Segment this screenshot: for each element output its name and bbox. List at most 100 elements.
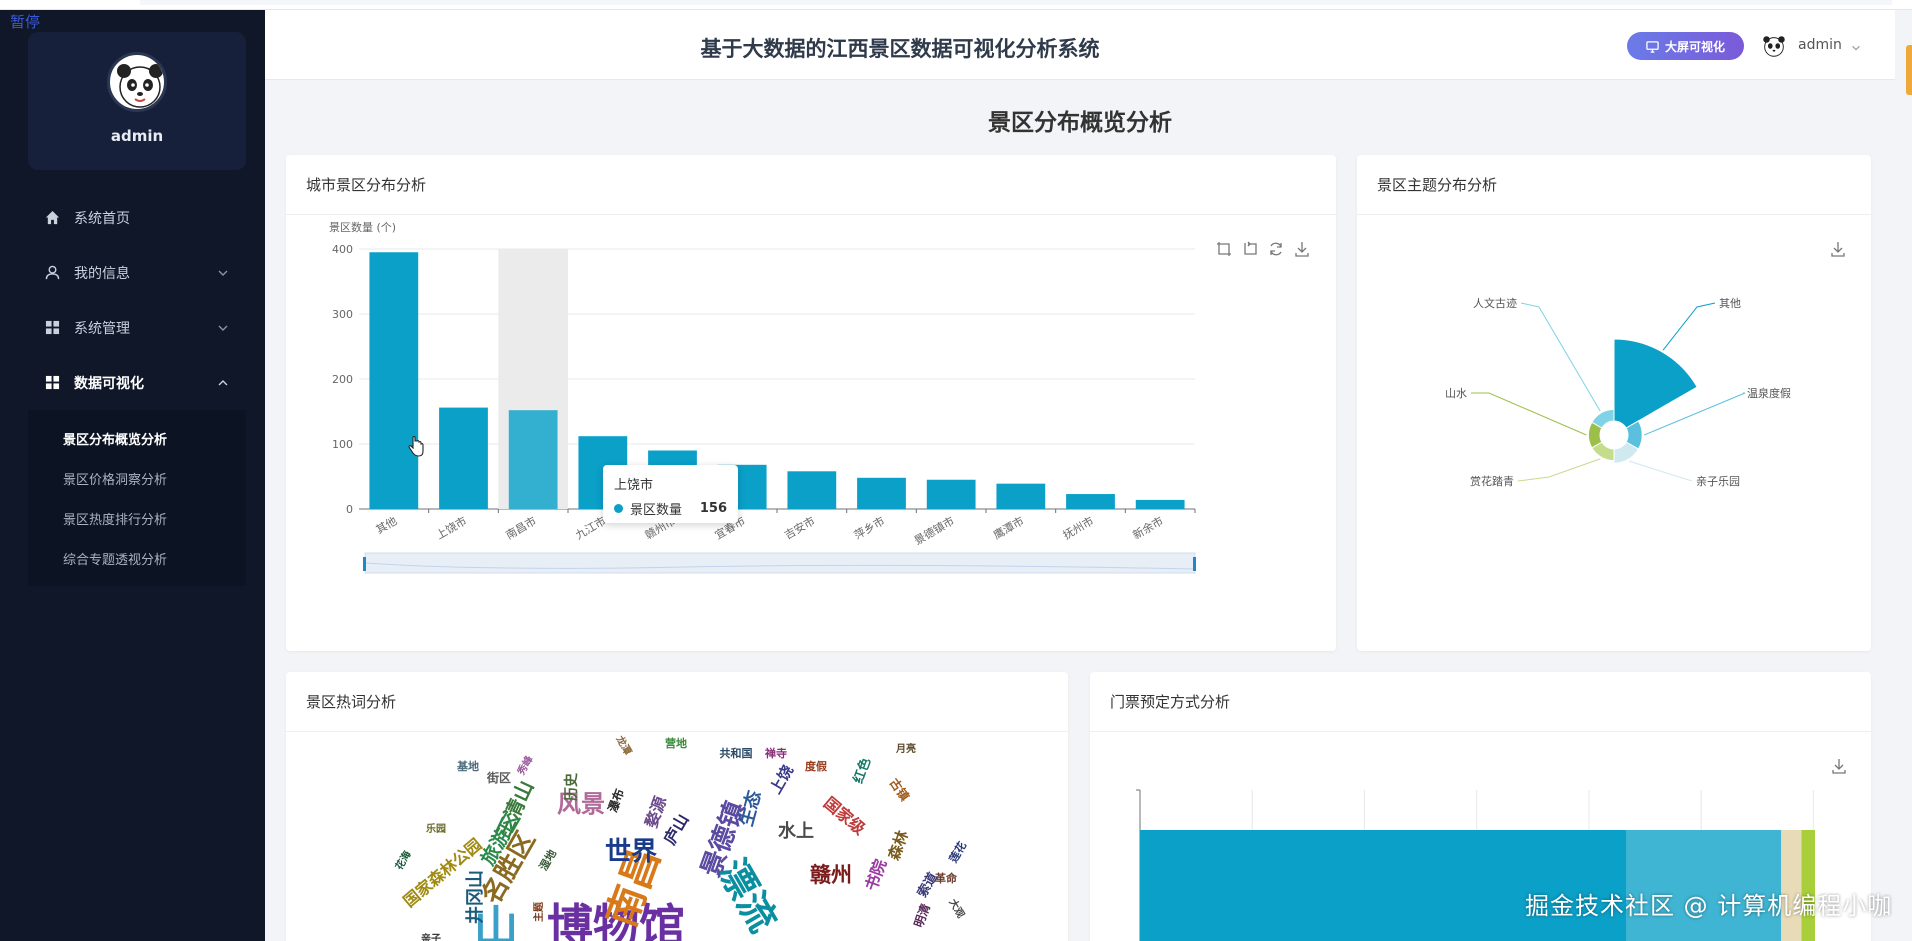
submenu-price-insight[interactable]: 景区价格洞察分析	[28, 458, 246, 498]
bar-0	[369, 252, 419, 509]
cloud-word: 水上	[778, 820, 814, 842]
chevron-up-icon	[218, 380, 228, 386]
card-title-theme: 景区主题分布分析	[1357, 155, 1871, 215]
rose-slice-0	[1613, 338, 1698, 429]
sidebar-menu: 系统首页 我的信息 系统管理 数据可视化 景区分布概览分析 景区价格洞察分析 景…	[0, 190, 265, 586]
tooltip-value: 156	[699, 501, 727, 516]
slice-label: 其他	[1719, 297, 1741, 310]
sidebar: admin 系统首页 我的信息 系统管理 数据可视化 景区分布概览分析 景区价格…	[0, 10, 265, 941]
browser-top-strip	[0, 0, 1912, 10]
home-icon	[44, 210, 60, 226]
datazoom-handle-right	[1193, 557, 1196, 571]
cloud-word: 乐园	[426, 822, 446, 835]
page-title: 景区分布概览分析	[988, 110, 1172, 136]
x-tick-label: 新余市	[1130, 513, 1166, 542]
tooltip-series-dot	[614, 504, 623, 513]
cloud-word: 历史	[564, 772, 580, 801]
y-tick-label: 100	[332, 438, 353, 451]
cloud-word: 革命	[935, 871, 958, 885]
bar-10	[1066, 494, 1115, 509]
city-distribution-card: 城市景区分布分析 景区数量 (个) 0 100 200 300 400 其他 上饶市 南昌市 九江…	[286, 155, 1336, 651]
bar-2	[508, 410, 558, 509]
label-line	[1471, 392, 1587, 436]
city-bar-chart[interactable]: 景区数量 (个)0100200300400其他 上饶市 南昌市 九江市 赣州市 宜春市 吉安…	[286, 215, 1336, 651]
submenu-topic-perspective[interactable]: 综合专题透视分析	[28, 538, 246, 578]
watermark-text: 掘金技术社区 @ 计算机编程小咖	[1525, 892, 1893, 920]
header: 基于大数据的江西景区数据可视化分析系统 大屏可视化 admin	[265, 10, 1895, 80]
menu-item-system-manage[interactable]: 系统管理	[0, 300, 265, 355]
y-tick-label: 200	[332, 373, 353, 386]
cloud-word: 度假	[805, 759, 828, 773]
big-screen-button[interactable]: 大屏可视化	[1627, 32, 1744, 60]
cursor-hand-icon	[408, 436, 424, 457]
chevron-down-icon[interactable]	[1851, 43, 1861, 53]
cloud-word: 街区	[486, 770, 511, 785]
cloud-word: 古镇	[887, 775, 913, 803]
bar-8	[926, 479, 976, 509]
menu-item-my-info[interactable]: 我的信息	[0, 245, 265, 300]
cloud-word: 亲子	[421, 932, 441, 941]
header-username[interactable]: admin	[1798, 37, 1842, 53]
cloud-word: 赣州	[810, 863, 852, 887]
menu-label-home: 系统首页	[74, 210, 130, 227]
card-title-hotword: 景区热词分析	[286, 672, 1068, 732]
system-title: 基于大数据的江西景区数据可视化分析系统	[700, 37, 1100, 61]
slice-label: 赏花踏青	[1470, 474, 1514, 488]
cloud-word: 庐山	[660, 811, 692, 848]
grid-icon	[44, 320, 60, 336]
bar-9	[996, 483, 1046, 509]
cloud-word: 龙潭	[613, 732, 635, 757]
cloud-word: 湿地	[536, 847, 559, 873]
cloud-word: 禅寺	[764, 746, 787, 760]
grid-icon	[44, 375, 60, 391]
x-tick-label: 鹰潭市	[991, 513, 1027, 542]
y-tick-label: 400	[332, 243, 353, 256]
y-tick-label: 300	[332, 308, 353, 321]
label-line	[1662, 302, 1716, 351]
submenu-heat-ranking[interactable]: 景区热度排行分析	[28, 498, 246, 538]
datazoom-track	[364, 552, 1196, 574]
cloud-word: 书院	[861, 857, 890, 894]
slice-label: 温泉度假	[1747, 386, 1791, 400]
menu-label-system-manage: 系统管理	[74, 320, 130, 337]
menu-item-data-visualization[interactable]: 数据可视化	[0, 355, 265, 410]
chart-tooltip: 上饶市 景区数量 156	[603, 465, 738, 523]
tooltip-city: 上饶市	[614, 478, 654, 493]
cloud-word: 秀峰	[514, 752, 536, 778]
cloud-word: 森林	[885, 827, 913, 862]
label-line	[1520, 302, 1601, 412]
bar-11	[1135, 499, 1185, 509]
cloud-word: 营地	[665, 736, 687, 750]
x-tick-label: 上饶市	[433, 513, 469, 542]
top-strip-bar	[140, 0, 1892, 5]
cloud-word: 婺源	[641, 794, 670, 832]
bar-7	[857, 477, 906, 509]
card-title-ticket: 门票预定方式分析	[1090, 672, 1871, 732]
x-tick-label: 萍乡市	[851, 513, 887, 542]
pause-overlay-label[interactable]: 暂停	[10, 11, 40, 32]
chevron-down-icon	[218, 325, 228, 331]
cloud-word: 大观	[946, 896, 967, 920]
menu-item-home[interactable]: 系统首页	[0, 190, 265, 245]
cloud-word: 上饶	[766, 762, 797, 797]
scroll-indicator[interactable]	[1906, 45, 1912, 95]
cloud-word: 生态	[735, 788, 766, 828]
cloud-word: 瀑布	[605, 787, 627, 815]
header-avatar[interactable]	[1760, 32, 1788, 60]
cloud-word: 明清	[911, 902, 933, 930]
theme-rose-chart[interactable]: 其他温泉度假亲子乐园 赏花踏青 山水 人文古迹	[1357, 215, 1871, 651]
label-line	[1628, 460, 1693, 482]
cloud-word: 国家级	[820, 793, 870, 839]
cloud-word: 主题	[532, 901, 545, 922]
tooltip-row: 景区数量 156	[614, 499, 727, 518]
label-line	[1517, 458, 1601, 482]
cloud-word: 世界	[605, 837, 657, 867]
y-axis-label: 景区数量 (个)	[329, 221, 396, 234]
user-icon	[44, 265, 60, 281]
big-screen-label: 大屏可视化	[1664, 39, 1725, 54]
menu-label-data-visualization: 数据可视化	[74, 375, 144, 392]
hotword-card: 景区热词分析 博物馆 南昌 漂流山景德镇 名胜区 世界 风景 赣州 三清山 旅游区 国家森林公园水…	[286, 672, 1068, 941]
cloud-word: 井冈山	[464, 870, 486, 924]
user-card: admin	[28, 32, 246, 170]
submenu-distribution-overview[interactable]: 景区分布概览分析	[28, 418, 246, 458]
